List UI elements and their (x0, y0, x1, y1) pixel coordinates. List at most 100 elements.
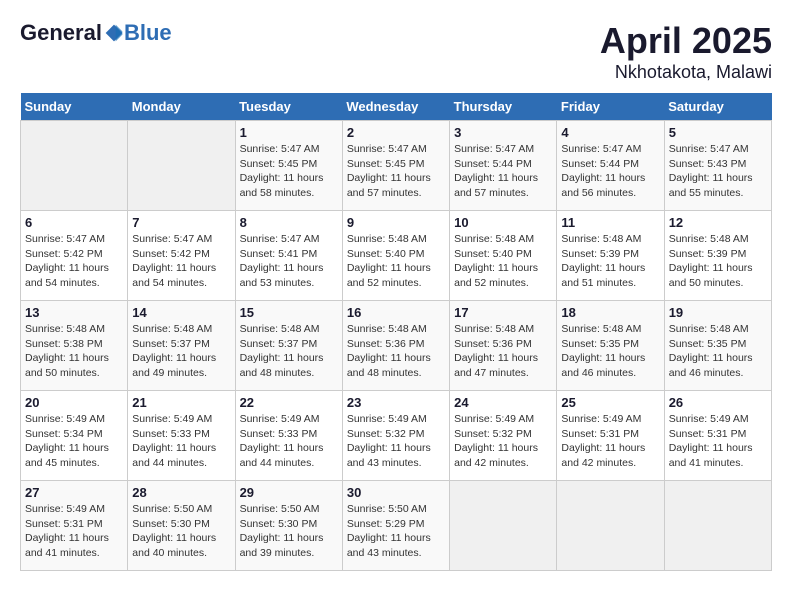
day-info: Sunrise: 5:50 AMSunset: 5:29 PMDaylight:… (347, 502, 445, 561)
day-info: Sunrise: 5:47 AMSunset: 5:44 PMDaylight:… (561, 142, 659, 201)
page-header: General Blue April 2025 Nkhotakota, Mala… (20, 20, 772, 83)
weekday-header-monday: Monday (128, 93, 235, 121)
week-row-3: 13 Sunrise: 5:48 AMSunset: 5:38 PMDayligh… (21, 301, 772, 391)
weekday-header-tuesday: Tuesday (235, 93, 342, 121)
day-number: 5 (669, 125, 767, 140)
day-info: Sunrise: 5:48 AMSunset: 5:35 PMDaylight:… (669, 322, 767, 381)
day-info: Sunrise: 5:49 AMSunset: 5:34 PMDaylight:… (25, 412, 123, 471)
day-info: Sunrise: 5:47 AMSunset: 5:44 PMDaylight:… (454, 142, 552, 201)
calendar-cell (557, 481, 664, 571)
weekday-header-saturday: Saturday (664, 93, 771, 121)
logo-general-text: General (20, 20, 102, 46)
day-number: 26 (669, 395, 767, 410)
day-number: 29 (240, 485, 338, 500)
calendar-cell: 20Sunrise: 5:49 AMSunset: 5:34 PMDayligh… (21, 391, 128, 481)
calendar-cell: 11 Sunrise: 5:48 AMSunset: 5:39 PMDayligh… (557, 211, 664, 301)
day-number: 3 (454, 125, 552, 140)
calendar-cell: 23Sunrise: 5:49 AMSunset: 5:32 PMDayligh… (342, 391, 449, 481)
day-number: 30 (347, 485, 445, 500)
week-row-4: 20Sunrise: 5:49 AMSunset: 5:34 PMDayligh… (21, 391, 772, 481)
calendar-cell: 1Sunrise: 5:47 AMSunset: 5:45 PMDaylight… (235, 121, 342, 211)
day-info: Sunrise: 5:49 AMSunset: 5:31 PMDaylight:… (669, 412, 767, 471)
day-number: 10 (454, 215, 552, 230)
calendar-cell: 21 Sunrise: 5:49 AMSunset: 5:33 PMDayligh… (128, 391, 235, 481)
day-number: 12 (669, 215, 767, 230)
day-info: Sunrise: 5:50 AMSunset: 5:30 PMDaylight:… (132, 502, 230, 561)
day-number: 16 (347, 305, 445, 320)
calendar-cell: 22 Sunrise: 5:49 AMSunset: 5:33 PMDayligh… (235, 391, 342, 481)
day-info: Sunrise: 5:49 AMSunset: 5:33 PMDaylight:… (132, 412, 230, 471)
day-number: 13 (25, 305, 123, 320)
calendar-cell: 5 Sunrise: 5:47 AMSunset: 5:43 PMDaylight… (664, 121, 771, 211)
weekday-header-wednesday: Wednesday (342, 93, 449, 121)
logo-icon (104, 23, 124, 43)
calendar-cell: 17Sunrise: 5:48 AMSunset: 5:36 PMDayligh… (450, 301, 557, 391)
calendar-cell: 14 Sunrise: 5:48 AMSunset: 5:37 PMDayligh… (128, 301, 235, 391)
day-info: Sunrise: 5:50 AMSunset: 5:30 PMDaylight:… (240, 502, 338, 561)
day-info: Sunrise: 5:48 AMSunset: 5:40 PMDaylight:… (454, 232, 552, 291)
calendar-cell: 29 Sunrise: 5:50 AMSunset: 5:30 PMDayligh… (235, 481, 342, 571)
day-number: 24 (454, 395, 552, 410)
title-block: April 2025 Nkhotakota, Malawi (600, 20, 772, 83)
day-number: 2 (347, 125, 445, 140)
calendar-cell: 15Sunrise: 5:48 AMSunset: 5:37 PMDayligh… (235, 301, 342, 391)
day-info: Sunrise: 5:49 AMSunset: 5:31 PMDaylight:… (25, 502, 123, 561)
day-number: 17 (454, 305, 552, 320)
day-info: Sunrise: 5:48 AMSunset: 5:39 PMDaylight:… (669, 232, 767, 291)
week-row-5: 27 Sunrise: 5:49 AMSunset: 5:31 PMDayligh… (21, 481, 772, 571)
day-info: Sunrise: 5:49 AMSunset: 5:33 PMDaylight:… (240, 412, 338, 471)
day-info: Sunrise: 5:48 AMSunset: 5:37 PMDaylight:… (132, 322, 230, 381)
day-info: Sunrise: 5:47 AMSunset: 5:41 PMDaylight:… (240, 232, 338, 291)
calendar-cell: 24Sunrise: 5:49 AMSunset: 5:32 PMDayligh… (450, 391, 557, 481)
weekday-header-sunday: Sunday (21, 93, 128, 121)
day-info: Sunrise: 5:49 AMSunset: 5:31 PMDaylight:… (561, 412, 659, 471)
day-number: 21 (132, 395, 230, 410)
calendar-cell: 7Sunrise: 5:47 AMSunset: 5:42 PMDaylight… (128, 211, 235, 301)
day-info: Sunrise: 5:47 AMSunset: 5:43 PMDaylight:… (669, 142, 767, 201)
calendar-cell: 12 Sunrise: 5:48 AMSunset: 5:39 PMDayligh… (664, 211, 771, 301)
calendar-cell: 6Sunrise: 5:47 AMSunset: 5:42 PMDaylight… (21, 211, 128, 301)
day-number: 27 (25, 485, 123, 500)
day-info: Sunrise: 5:47 AMSunset: 5:45 PMDaylight:… (347, 142, 445, 201)
day-number: 19 (669, 305, 767, 320)
day-number: 15 (240, 305, 338, 320)
logo: General Blue (20, 20, 172, 46)
day-info: Sunrise: 5:47 AMSunset: 5:45 PMDaylight:… (240, 142, 338, 201)
calendar-cell (21, 121, 128, 211)
day-number: 11 (561, 215, 659, 230)
day-number: 22 (240, 395, 338, 410)
location-subtitle: Nkhotakota, Malawi (600, 62, 772, 83)
day-number: 23 (347, 395, 445, 410)
month-title: April 2025 (600, 20, 772, 62)
day-number: 9 (347, 215, 445, 230)
day-number: 14 (132, 305, 230, 320)
calendar-cell: 10 Sunrise: 5:48 AMSunset: 5:40 PMDayligh… (450, 211, 557, 301)
calendar-cell: 25Sunrise: 5:49 AMSunset: 5:31 PMDayligh… (557, 391, 664, 481)
day-number: 7 (132, 215, 230, 230)
day-info: Sunrise: 5:48 AMSunset: 5:35 PMDaylight:… (561, 322, 659, 381)
calendar-cell: 2 Sunrise: 5:47 AMSunset: 5:45 PMDaylight… (342, 121, 449, 211)
day-number: 18 (561, 305, 659, 320)
calendar-cell (450, 481, 557, 571)
week-row-2: 6Sunrise: 5:47 AMSunset: 5:42 PMDaylight… (21, 211, 772, 301)
day-info: Sunrise: 5:48 AMSunset: 5:40 PMDaylight:… (347, 232, 445, 291)
calendar-cell: 19 Sunrise: 5:48 AMSunset: 5:35 PMDayligh… (664, 301, 771, 391)
week-row-1: 1Sunrise: 5:47 AMSunset: 5:45 PMDaylight… (21, 121, 772, 211)
calendar-cell: 18 Sunrise: 5:48 AMSunset: 5:35 PMDayligh… (557, 301, 664, 391)
calendar-cell: 16Sunrise: 5:48 AMSunset: 5:36 PMDayligh… (342, 301, 449, 391)
day-info: Sunrise: 5:48 AMSunset: 5:39 PMDaylight:… (561, 232, 659, 291)
calendar-table: SundayMondayTuesdayWednesdayThursdayFrid… (20, 93, 772, 571)
day-info: Sunrise: 5:48 AMSunset: 5:38 PMDaylight:… (25, 322, 123, 381)
calendar-cell: 28 Sunrise: 5:50 AMSunset: 5:30 PMDayligh… (128, 481, 235, 571)
day-number: 28 (132, 485, 230, 500)
calendar-cell: 13 Sunrise: 5:48 AMSunset: 5:38 PMDayligh… (21, 301, 128, 391)
calendar-cell: 4 Sunrise: 5:47 AMSunset: 5:44 PMDaylight… (557, 121, 664, 211)
weekday-header-thursday: Thursday (450, 93, 557, 121)
calendar-cell: 8Sunrise: 5:47 AMSunset: 5:41 PMDaylight… (235, 211, 342, 301)
calendar-cell: 9 Sunrise: 5:48 AMSunset: 5:40 PMDaylight… (342, 211, 449, 301)
day-number: 4 (561, 125, 659, 140)
calendar-cell: 27 Sunrise: 5:49 AMSunset: 5:31 PMDayligh… (21, 481, 128, 571)
calendar-cell: 30 Sunrise: 5:50 AMSunset: 5:29 PMDayligh… (342, 481, 449, 571)
logo-blue-text: Blue (124, 20, 172, 46)
weekday-header-friday: Friday (557, 93, 664, 121)
